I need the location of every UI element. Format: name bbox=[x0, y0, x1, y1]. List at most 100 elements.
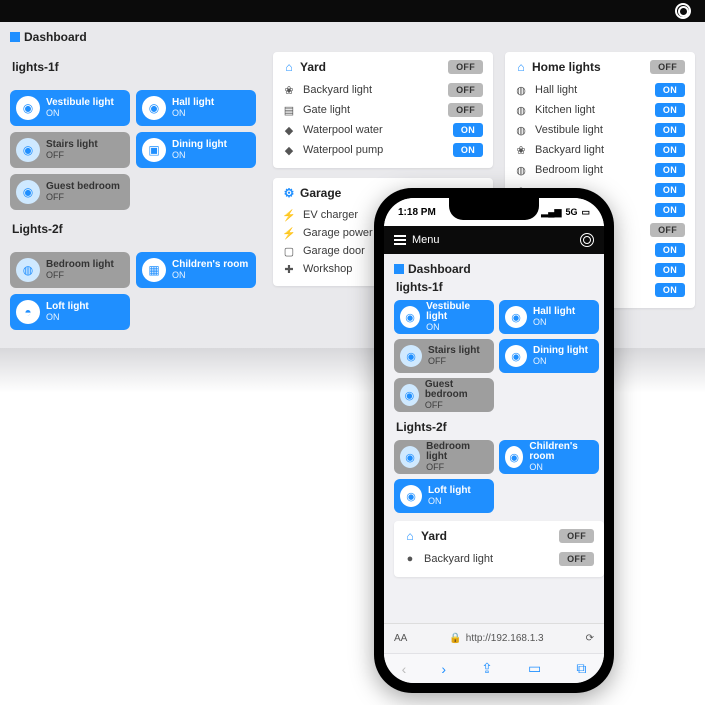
menu-label: Menu bbox=[412, 234, 440, 246]
tabs-icon[interactable]: ⧉ bbox=[576, 660, 586, 677]
light-tile[interactable]: ▦Children's roomON bbox=[136, 252, 256, 288]
row-toggle[interactable]: ON bbox=[655, 83, 685, 97]
row-toggle[interactable]: OFF bbox=[448, 83, 483, 97]
light-tile[interactable]: ◉Guest bedroomOFF bbox=[10, 174, 130, 210]
home-lights-title: Home lights bbox=[532, 60, 601, 74]
row-toggle[interactable]: OFF bbox=[650, 223, 685, 237]
list-item: ◍Hall lightON bbox=[515, 80, 685, 100]
row-toggle[interactable]: ON bbox=[655, 203, 685, 217]
light-tile[interactable]: ◉Stairs lightOFF bbox=[10, 132, 130, 168]
bookmarks-icon[interactable]: ▭ bbox=[528, 660, 541, 677]
garage-icon: ⚙ bbox=[283, 187, 295, 199]
bulb-icon: ◉ bbox=[16, 96, 40, 120]
tile-name: Children's room bbox=[529, 442, 593, 463]
row-toggle[interactable]: ON bbox=[655, 243, 685, 257]
row-toggle[interactable]: ON bbox=[655, 263, 685, 277]
bulb-icon: ◉ bbox=[400, 485, 422, 507]
light-tile[interactable]: ◓Loft lightON bbox=[10, 294, 130, 330]
row-icon: ◍ bbox=[515, 84, 527, 96]
dashboard-title: Dashboard bbox=[10, 30, 261, 44]
row-toggle[interactable]: ON bbox=[453, 123, 483, 137]
bulb-icon: ◉ bbox=[505, 306, 527, 328]
tile-name: Stairs light bbox=[428, 346, 480, 357]
phone-battery-icon: ▭ bbox=[581, 207, 590, 218]
row-toggle[interactable]: ON bbox=[655, 123, 685, 137]
tile-state: OFF bbox=[426, 463, 488, 472]
tile-state: ON bbox=[46, 109, 114, 118]
row-toggle[interactable]: ON bbox=[655, 143, 685, 157]
light-tile[interactable]: ◍Bedroom lightOFF bbox=[10, 252, 130, 288]
lights-2f-tiles: ◍Bedroom lightOFF▦Children's roomON◓Loft… bbox=[10, 252, 261, 330]
light-tile[interactable]: ◉ Stairs lightOFF bbox=[394, 339, 494, 373]
row-icon: ● bbox=[404, 553, 416, 565]
reload-icon[interactable]: ⟳ bbox=[586, 633, 594, 644]
light-tile[interactable]: ◉Guest bedroomOFF bbox=[394, 378, 494, 412]
row-label: Bedroom light bbox=[535, 164, 603, 176]
light-tile[interactable]: ◉Children's roomON bbox=[499, 440, 599, 474]
phone-signal-icon: ▂▄▆ bbox=[541, 207, 561, 218]
bulb-icon: ◓ bbox=[16, 300, 40, 324]
list-item: ◆ Waterpool pump ON bbox=[283, 140, 483, 160]
bulb-icon: ◉ bbox=[400, 345, 422, 367]
light-tile[interactable]: ◉Loft lightON bbox=[394, 479, 494, 513]
bulb-icon: ◉ bbox=[16, 180, 40, 204]
row-toggle[interactable]: ON bbox=[453, 143, 483, 157]
row-icon: ◍ bbox=[515, 104, 527, 116]
lock-icon: 🔒 bbox=[449, 633, 461, 644]
tile-state: OFF bbox=[428, 357, 480, 366]
dashboard-title-text: Dashboard bbox=[24, 30, 87, 44]
list-item: ●Backyard lightOFF bbox=[404, 549, 594, 569]
lights-1f-tiles: ◉Vestibule lightON◉Hall lightON◉Stairs l… bbox=[10, 90, 261, 210]
row-toggle[interactable]: OFF bbox=[559, 552, 594, 566]
phone-network: 5G bbox=[565, 207, 577, 217]
row-toggle[interactable]: ON bbox=[655, 103, 685, 117]
list-item: ◍Bedroom lightON bbox=[515, 160, 685, 180]
light-tile[interactable]: ◉Bedroom lightOFF bbox=[394, 440, 494, 474]
yard-head-toggle[interactable]: OFF bbox=[448, 60, 483, 74]
back-icon[interactable]: ‹ bbox=[402, 661, 407, 677]
row-icon: ▢ bbox=[283, 245, 295, 257]
app-topbar bbox=[0, 0, 705, 22]
tile-name: Guest bedroom bbox=[46, 182, 120, 193]
row-toggle[interactable]: ON bbox=[655, 283, 685, 297]
row-toggle[interactable]: ON bbox=[655, 183, 685, 197]
phone-yard-head-toggle[interactable]: OFF bbox=[559, 529, 594, 543]
list-item: ❀Backyard lightOFF bbox=[283, 80, 483, 100]
light-tile[interactable]: ▣ Dining lightON bbox=[136, 132, 256, 168]
bulb-icon: ▣ bbox=[142, 138, 166, 162]
tile-state: ON bbox=[428, 497, 471, 506]
row-label: Workshop bbox=[303, 263, 352, 275]
phone-addressbar[interactable]: AA 🔒 http://192.168.1.3 ⟳ bbox=[384, 623, 604, 653]
tile-name: Guest bedroom bbox=[425, 380, 488, 401]
phone-notch bbox=[449, 198, 539, 220]
row-icon: ◆ bbox=[283, 144, 295, 156]
tile-state: ON bbox=[172, 109, 214, 118]
light-tile[interactable]: ◉Hall lightON bbox=[499, 300, 599, 334]
light-tile[interactable]: ◉Vestibule lightON bbox=[394, 300, 494, 334]
forward-icon[interactable]: › bbox=[441, 661, 446, 677]
row-label: Waterpool pump bbox=[303, 144, 383, 156]
tile-name: Dining light bbox=[172, 140, 227, 151]
row-icon: ▤ bbox=[283, 104, 295, 116]
text-size-button[interactable]: AA bbox=[394, 633, 407, 644]
row-toggle[interactable]: OFF bbox=[448, 103, 483, 117]
yard-icon: ⌂ bbox=[283, 61, 295, 73]
phone-url: http://192.168.1.3 bbox=[466, 633, 544, 644]
share-icon[interactable]: ⇪ bbox=[481, 660, 493, 677]
list-item: ◍Vestibule lightON bbox=[515, 120, 685, 140]
tile-state: OFF bbox=[425, 401, 488, 410]
phone-content: Dashboard lights-1f ◉Vestibule lightON◉H… bbox=[384, 254, 604, 623]
light-tile[interactable]: ◉Dining lightON bbox=[499, 339, 599, 373]
light-tile[interactable]: ◉Hall lightON bbox=[136, 90, 256, 126]
light-tile[interactable]: ◉ Vestibule lightON bbox=[10, 90, 130, 126]
yard-card: ⌂Yard OFF ❀Backyard lightOFF▤Gate lightO… bbox=[273, 52, 493, 168]
row-toggle[interactable]: ON bbox=[655, 163, 685, 177]
tile-state: OFF bbox=[46, 151, 98, 160]
tile-name: Vestibule light bbox=[46, 98, 114, 109]
hamburger-icon[interactable] bbox=[394, 235, 406, 245]
home-lights-icon: ⌂ bbox=[515, 61, 527, 73]
phone-dashboard-icon bbox=[394, 264, 404, 274]
row-label: Backyard light bbox=[535, 144, 604, 156]
tile-state: ON bbox=[172, 151, 227, 160]
home-lights-head-toggle[interactable]: OFF bbox=[650, 60, 685, 74]
